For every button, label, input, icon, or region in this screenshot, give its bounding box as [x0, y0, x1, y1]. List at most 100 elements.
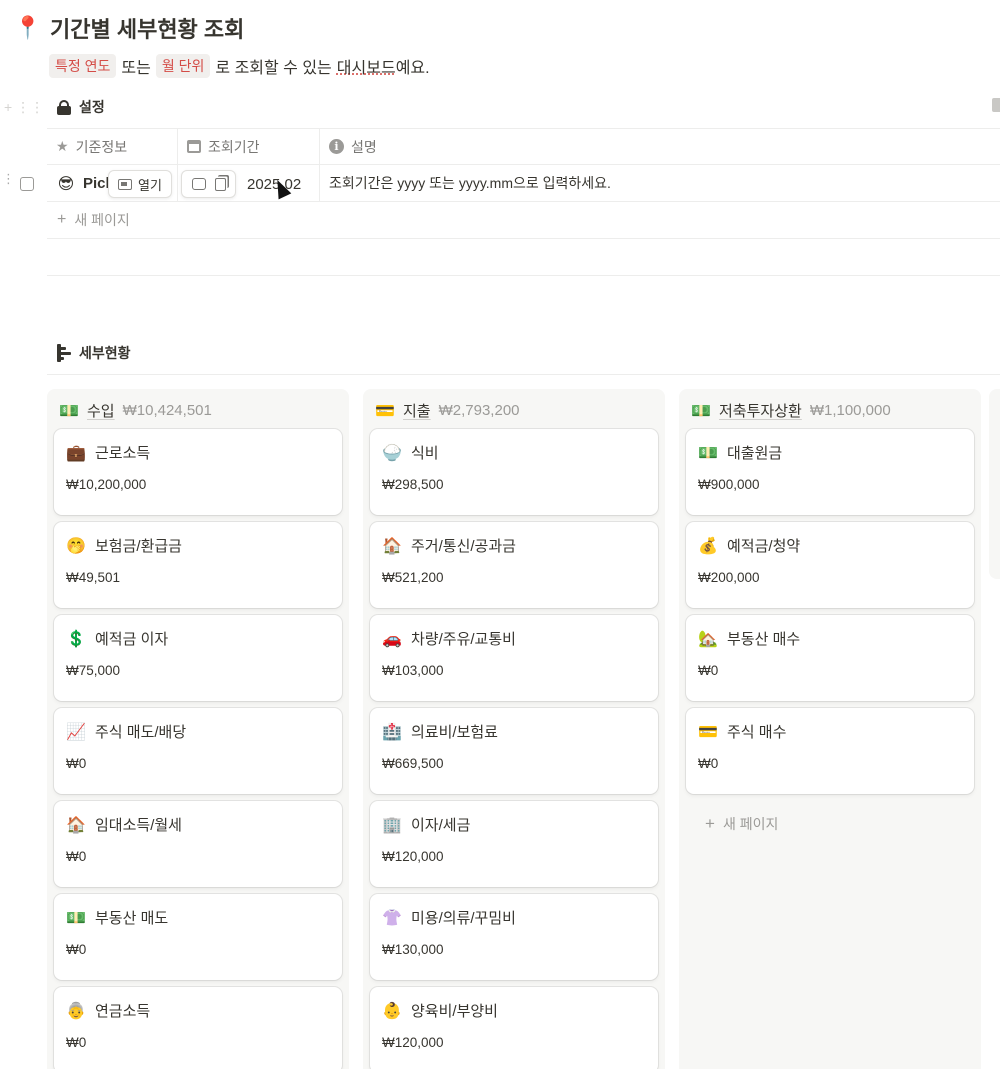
card-icon: 🤭 [66, 536, 86, 555]
new-card-button[interactable]: + 새 페이지 [686, 801, 974, 846]
card-icon: 🏠 [382, 536, 402, 555]
board-heading-label: 세부현황 [79, 345, 131, 361]
board-card[interactable]: 🏢 이자/세금 ₩120,000 [370, 801, 658, 887]
card-title-row: 👶 양육비/부양비 [382, 1000, 646, 1021]
board-card[interactable]: 🏠 주거/통신/공과금 ₩521,200 [370, 522, 658, 608]
card-amount: ₩0 [66, 1035, 87, 1050]
board-card[interactable]: 👚 미용/의류/꾸밈비 ₩130,000 [370, 894, 658, 980]
card-icon: 👵 [66, 1001, 86, 1020]
column-header-period[interactable]: 조회기간 [178, 129, 320, 164]
board-card[interactable]: 💵 대출원금 ₩900,000 [686, 429, 974, 515]
card-title-row: 💲 예적금 이자 [66, 628, 330, 649]
board-card[interactable]: 🏠 임대소득/월세 ₩0 [54, 801, 342, 887]
card-icon: 🚗 [382, 629, 402, 648]
card-amount: ₩120,000 [382, 1035, 444, 1050]
card-title-row: 🏡 부동산 매수 [698, 628, 962, 649]
board-column-partial [989, 389, 1000, 579]
card-title-row: 💰 예적금/청약 [698, 535, 962, 556]
card-title: 주식 매수 [727, 724, 787, 741]
column-title[interactable]: 저축투자상환 [719, 400, 802, 421]
card-title-row: 🚗 차량/주유/교통비 [382, 628, 646, 649]
board-card[interactable]: 🚗 차량/주유/교통비 ₩103,000 [370, 615, 658, 701]
column-header-basis[interactable]: ★ 기준정보 [47, 129, 178, 164]
card-icon: 🍚 [382, 443, 402, 462]
page-subtitle: 특정 연도 또는 월 단위 로 조회할 수 있는 대시보드 예요. [49, 54, 430, 78]
column-header[interactable]: 💵 저축투자상환 ₩1,100,000 [686, 395, 974, 425]
new-card-label: 새 페이지 [722, 815, 779, 832]
card-title-row: 💵 부동산 매도 [66, 907, 330, 928]
lock-icon[interactable] [992, 98, 1000, 112]
column-header[interactable]: 💵 수입 ₩10,424,501 [54, 395, 342, 425]
board-card[interactable]: 🏡 부동산 매수 ₩0 [686, 615, 974, 701]
board-card[interactable]: 🏥 의료비/보험료 ₩669,500 [370, 708, 658, 794]
card-title: 미용/의류/꾸밈비 [411, 910, 516, 927]
column-total: ₩1,100,000 [809, 401, 891, 419]
card-title-row: 🏠 임대소득/월세 [66, 814, 330, 835]
card-title-row: 💳 주식 매수 [698, 721, 962, 742]
card-title-row: 🏢 이자/세금 [382, 814, 646, 835]
block-handle-icon[interactable]: + ⋮⋮ [4, 99, 44, 116]
card-icon: 🏠 [66, 815, 86, 834]
column-header-label: 기준정보 [75, 138, 128, 155]
card-title: 양육비/부양비 [411, 1003, 498, 1020]
card-amount: ₩0 [66, 849, 87, 864]
copy-icon[interactable] [214, 177, 226, 191]
column-header-label: 설명 [351, 138, 377, 155]
card-icon: 🏢 [382, 815, 402, 834]
cell-description[interactable]: 조회기간은 yyyy 또는 yyyy.mm으로 입력하세요. [320, 165, 1000, 201]
card-title: 부동산 매수 [727, 631, 801, 648]
column-title[interactable]: 수입 [87, 400, 115, 421]
board-card[interactable]: 💰 예적금/청약 ₩200,000 [686, 522, 974, 608]
board-card[interactable]: 💵 부동산 매도 ₩0 [54, 894, 342, 980]
card-title-row: 💼 근로소득 [66, 442, 330, 463]
card-amount: ₩521,200 [382, 570, 444, 585]
column-header[interactable]: 💳 지출 ₩2,793,200 [370, 395, 658, 425]
board-card[interactable]: 💲 예적금 이자 ₩75,000 [54, 615, 342, 701]
board-card[interactable]: 👶 양육비/부양비 ₩120,000 [370, 987, 658, 1069]
card-amount: ₩669,500 [382, 756, 444, 771]
card-title: 근로소득 [95, 445, 151, 462]
column-total: ₩2,793,200 [438, 401, 520, 419]
description-text: 조회기간은 yyyy 또는 yyyy.mm으로 입력하세요. [329, 175, 611, 191]
card-title-row: 👵 연금소득 [66, 1000, 330, 1021]
card-icon: 🏡 [698, 629, 718, 648]
card-icon: 💰 [698, 536, 718, 555]
card-icon: 💲 [66, 629, 86, 648]
board-card[interactable]: 🍚 식비 ₩298,500 [370, 429, 658, 515]
board-heading: 세부현황 [57, 343, 131, 363]
board-card[interactable]: 💼 근로소득 ₩10,200,000 [54, 429, 342, 515]
board-card[interactable]: 🤭 보험금/환급금 ₩49,501 [54, 522, 342, 608]
card-title-row: 📈 주식 매도/배당 [66, 721, 330, 742]
new-page-label: 새 페이지 [74, 212, 130, 228]
column-header-label: 조회기간 [208, 138, 260, 155]
card-title-row: 🏥 의료비/보험료 [382, 721, 646, 742]
comment-icon[interactable] [191, 178, 206, 190]
card-title-row: 🍚 식비 [382, 442, 646, 463]
board-card[interactable]: 📈 주식 매도/배당 ₩0 [54, 708, 342, 794]
row-checkbox[interactable] [20, 177, 34, 191]
board-card[interactable]: 👵 연금소득 ₩0 [54, 987, 342, 1069]
tag-specific-year: 특정 연도 [49, 54, 117, 78]
card-amount: ₩10,200,000 [66, 477, 147, 492]
column-icon: 💳 [375, 400, 395, 420]
calendar-icon [187, 140, 201, 153]
drag-handle-icon[interactable]: ⋮ [2, 172, 15, 185]
open-panel-icon [118, 178, 132, 190]
column-title[interactable]: 지출 [403, 400, 431, 421]
board-card[interactable]: 💳 주식 매수 ₩0 [686, 708, 974, 794]
settings-table: ★ 기준정보 조회기간 i 설명 😎 Pick 조회기간은 yyyy 또는 yy… [47, 128, 1000, 276]
card-icon: 🏥 [382, 722, 402, 741]
card-icon: 💼 [66, 443, 86, 462]
card-amount: ₩298,500 [382, 477, 444, 492]
card-amount: ₩75,000 [66, 663, 121, 678]
column-header-description[interactable]: i 설명 [320, 129, 1000, 164]
card-icon: 💵 [698, 443, 718, 462]
dashboard-word: 대시보드 [336, 60, 396, 77]
card-amount: ₩0 [66, 756, 87, 771]
card-title: 부동산 매도 [95, 910, 169, 927]
card-amount: ₩49,501 [66, 570, 121, 585]
open-button[interactable]: 열기 [108, 170, 172, 198]
card-title: 주거/통신/공과금 [411, 538, 516, 555]
sunglasses-emoji-icon: 😎 [57, 173, 75, 193]
new-page-row[interactable]: + 새 페이지 [47, 202, 1000, 239]
